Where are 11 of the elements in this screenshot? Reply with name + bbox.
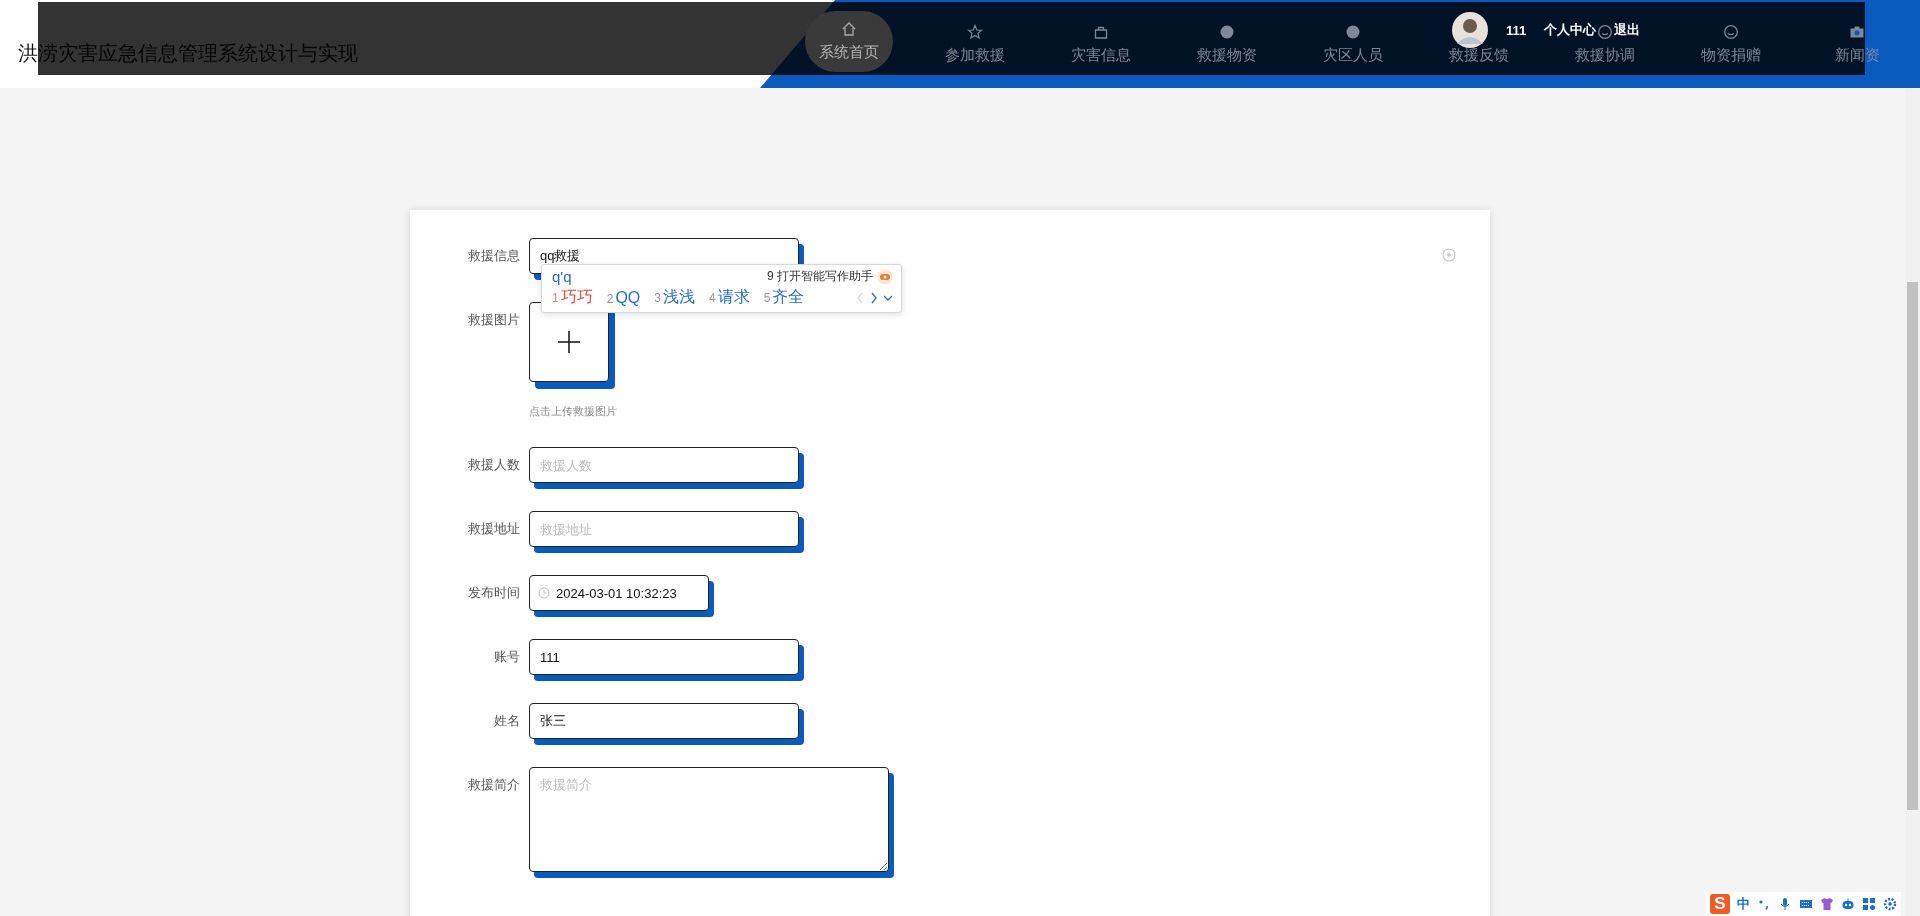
field-label: 救援图片 bbox=[467, 311, 520, 329]
field-label: 救援信息 bbox=[467, 247, 520, 265]
date-time-value: 2024-03-01 10:32:23 bbox=[556, 585, 677, 601]
field-label: 救援地址 bbox=[467, 520, 520, 538]
field-label: 救援简介 bbox=[467, 776, 520, 794]
field-label: 发布时间 bbox=[467, 584, 520, 602]
field-label: 救援人数 bbox=[467, 456, 520, 474]
field-label: 姓名 bbox=[493, 712, 520, 730]
field-label: 账号 bbox=[493, 648, 520, 666]
user-name: 111 bbox=[1506, 22, 1527, 38]
upload-hint: 点击上传救援图片 bbox=[529, 404, 617, 419]
